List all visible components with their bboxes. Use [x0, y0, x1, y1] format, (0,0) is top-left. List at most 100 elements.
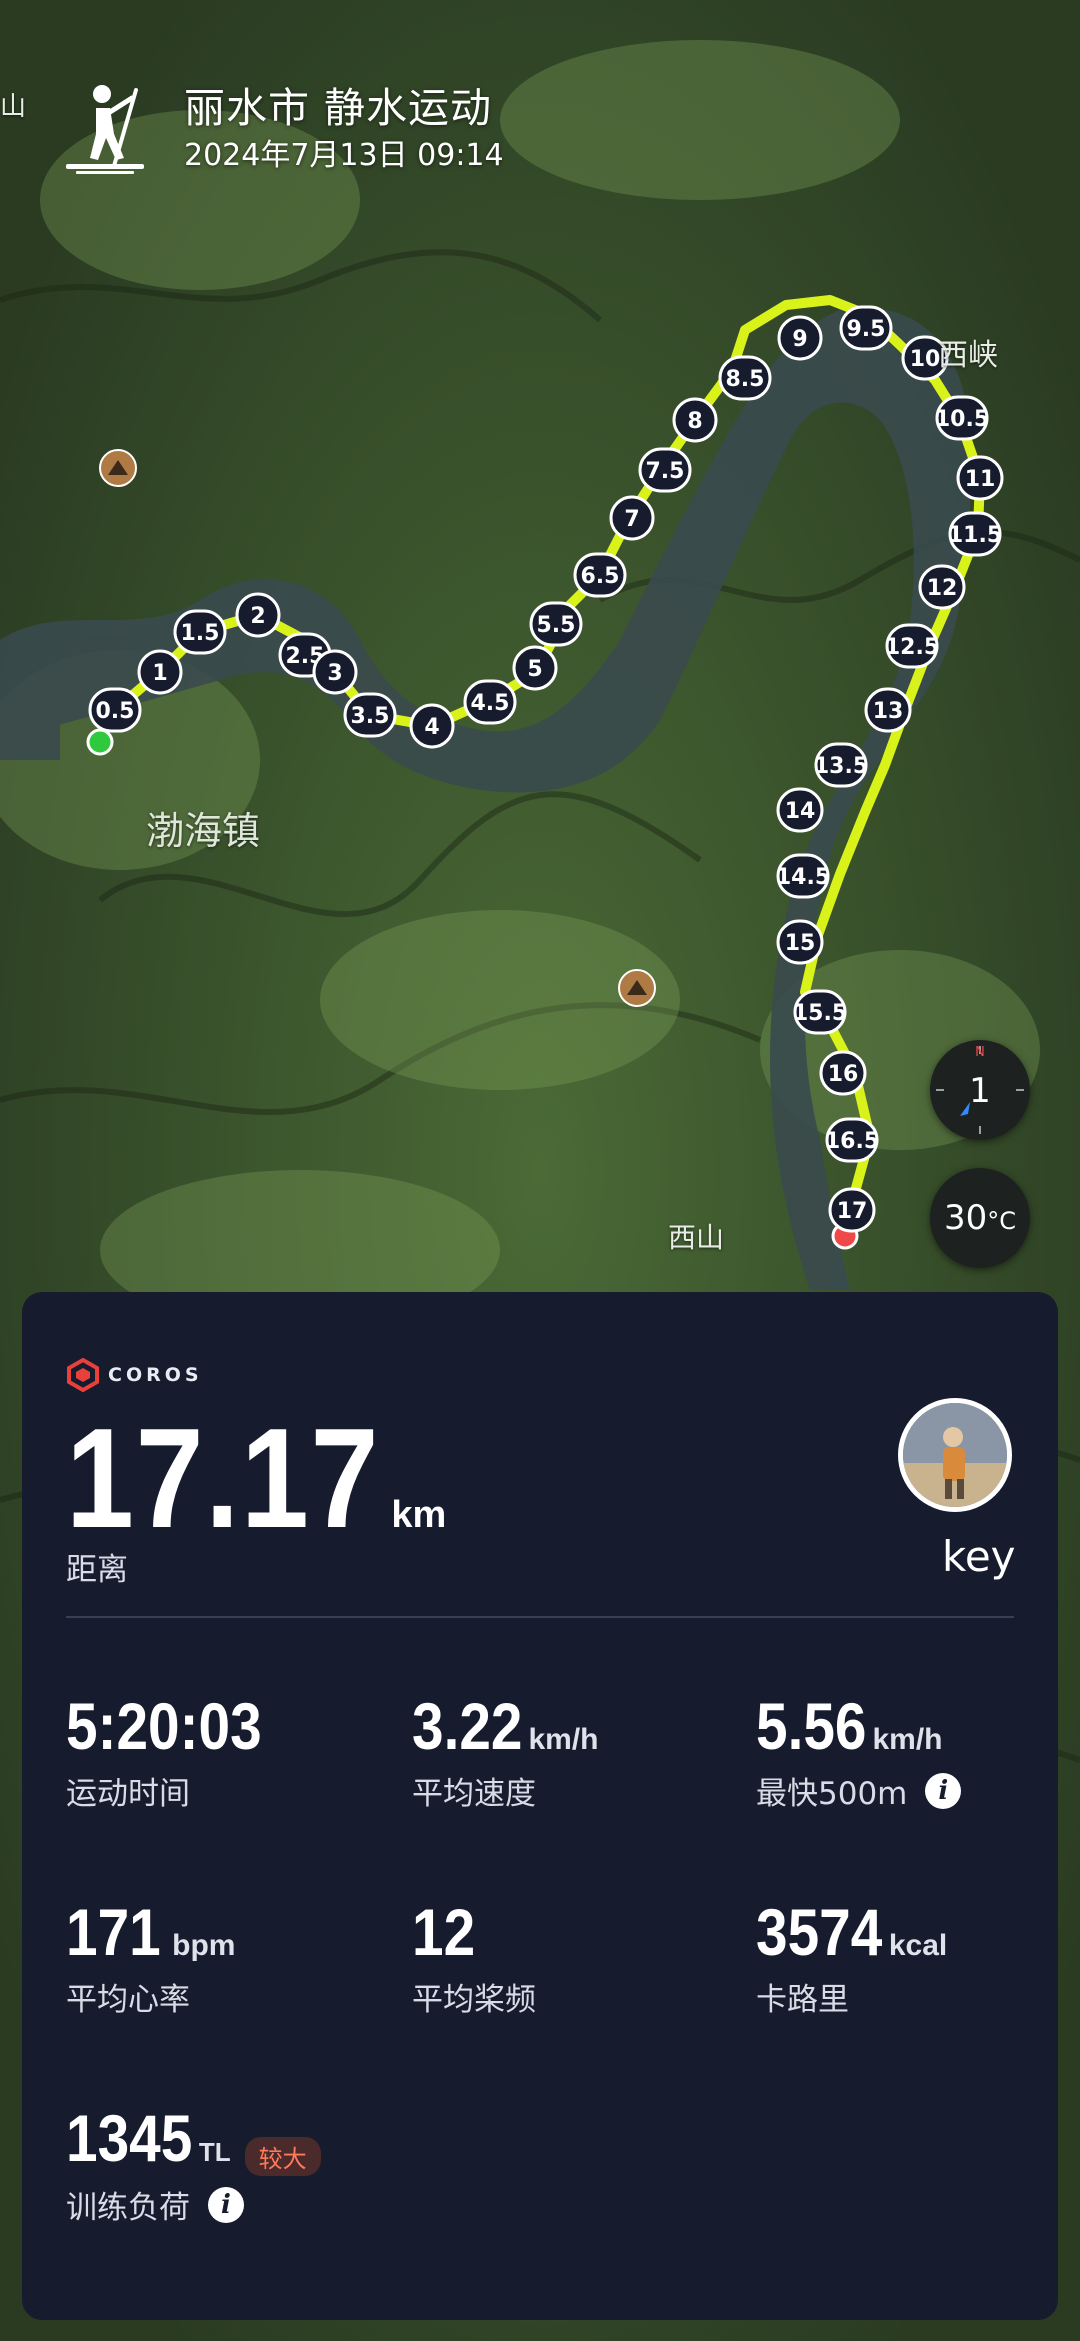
km-marker: 9.5	[839, 305, 893, 351]
km-marker: 12.5	[885, 623, 939, 669]
stat-training-load: 1345 TL 较大 训练负荷 i	[66, 2102, 321, 2227]
temperature-value: 30	[943, 1198, 988, 1238]
km-marker-label: 4.5	[471, 691, 510, 716]
km-marker-label: 7.5	[646, 459, 685, 484]
km-marker-label: 13.5	[814, 754, 868, 779]
place-label: 渤海镇	[146, 809, 261, 853]
stat-calories: 3574 kcal 卡路里	[756, 1896, 947, 2019]
distance-unit: km	[391, 1494, 447, 1536]
stat-label: 训练负荷	[66, 2190, 190, 2226]
km-marker: 2	[235, 592, 281, 638]
km-marker: 15	[776, 919, 824, 965]
place-label: 西峡	[938, 338, 998, 373]
km-marker: 0.5	[88, 687, 142, 733]
km-marker: 5.5	[529, 601, 583, 647]
km-marker: 16.5	[825, 1117, 879, 1163]
km-marker-label: 9.5	[847, 317, 886, 342]
stat-value: 3574	[756, 1895, 883, 1969]
km-marker-label: 6.5	[581, 564, 620, 589]
stat-value: 171	[66, 1895, 161, 1969]
km-marker-label: 0.5	[96, 699, 135, 724]
brand-name: COROS	[108, 1364, 203, 1386]
km-marker-label: 3	[327, 661, 342, 686]
km-marker-label: 5	[527, 657, 542, 682]
km-marker: 17	[828, 1187, 876, 1233]
km-marker-label: 16	[828, 1062, 859, 1087]
avatar-image	[903, 1403, 1007, 1507]
km-marker-label: 9	[792, 327, 807, 352]
km-marker-label: 14.5	[776, 865, 830, 890]
km-marker: 15.5	[793, 989, 847, 1035]
compass-north-label: N	[975, 1045, 985, 1060]
km-marker-label: 5.5	[537, 613, 576, 638]
km-marker-label: 17	[837, 1199, 868, 1224]
mountain-poi-icon	[618, 969, 656, 1007]
info-icon[interactable]: i	[925, 1772, 962, 1809]
activity-header: 丽水市 静水运动 2024年7月13日 09:14	[62, 82, 504, 176]
km-marker: 10.5	[935, 395, 989, 441]
stat-unit: km/h	[528, 1723, 599, 1756]
km-marker-label: 15.5	[793, 1001, 847, 1026]
km-marker-label: 1.5	[181, 621, 220, 646]
km-marker: 8.5	[718, 355, 772, 401]
km-marker: 14	[776, 787, 824, 833]
km-marker-label: 4	[424, 715, 439, 740]
stat-label: 卡路里	[756, 1982, 849, 2018]
coros-logo-icon	[67, 1358, 99, 1392]
km-marker-label: 13	[873, 699, 904, 724]
km-marker-label: 8	[687, 409, 702, 434]
km-marker-label: 16.5	[825, 1129, 879, 1154]
coros-logo: COROS	[66, 1358, 203, 1392]
km-marker: 16	[819, 1050, 867, 1096]
km-marker-label: 14	[785, 799, 816, 824]
distance: 17.17 km	[66, 1404, 446, 1554]
km-marker: 4	[409, 703, 455, 749]
stats-card: COROS 17.17 km 距离 key 5:20:03 运动时间 3.22 k…	[22, 1292, 1058, 2320]
km-marker-label: 10	[910, 347, 941, 372]
km-marker: 1.5	[173, 609, 227, 655]
km-marker: 6.5	[573, 552, 627, 598]
stat-avg-stroke-rate: 12 平均桨频	[412, 1896, 536, 2019]
distance-label: 距离	[66, 1552, 128, 1588]
training-load-badge: 较大	[244, 2137, 321, 2176]
avatar[interactable]	[898, 1398, 1012, 1512]
place-label: 山	[0, 92, 27, 122]
stat-value: 5.56	[756, 1689, 867, 1763]
info-icon[interactable]: i	[208, 2186, 244, 2223]
activity-date: 2024年7月13日 09:14	[184, 138, 504, 173]
km-marker-label: 12	[927, 576, 958, 601]
stat-duration: 5:20:03 运动时间	[66, 1690, 294, 1813]
km-marker-label: 3.5	[351, 704, 390, 729]
km-marker: 3.5	[343, 692, 397, 738]
place-label: 西山	[668, 1221, 725, 1254]
km-marker: 14.5	[776, 853, 830, 899]
km-marker-label: 8.5	[726, 367, 765, 392]
km-marker: 3	[312, 649, 358, 695]
km-marker-label: 2	[250, 604, 265, 629]
temperature-badge: 30 °C	[930, 1168, 1030, 1268]
km-marker-label: 1	[152, 661, 167, 686]
km-marker: 1	[137, 649, 183, 695]
stat-avg-heart-rate: 171 bpm 平均心率	[66, 1896, 235, 2019]
stat-avg-speed: 3.22 km/h 平均速度	[412, 1690, 599, 1813]
km-marker-label: 11	[965, 467, 996, 492]
stat-label: 平均桨频	[412, 1982, 536, 2018]
km-marker-label: 7	[624, 507, 639, 532]
stat-value: 12	[412, 1895, 476, 1969]
stat-label: 运动时间	[66, 1776, 190, 1812]
stat-fastest-500m: 5.56 km/h 最快500m i	[756, 1689, 962, 1813]
mountain-poi-icon	[99, 449, 137, 487]
km-marker-label: 15	[785, 931, 816, 956]
stat-unit: km/h	[872, 1723, 943, 1756]
start-point	[86, 728, 114, 756]
km-marker: 8	[672, 397, 718, 443]
stat-value: 3.22	[412, 1689, 523, 1763]
stat-label: 平均心率	[66, 1982, 190, 2018]
km-marker: 4.5	[463, 679, 517, 725]
stat-label: 平均速度	[412, 1776, 536, 1812]
km-marker: 9	[777, 315, 823, 361]
compass-button[interactable]: N 1	[930, 1040, 1030, 1140]
stat-label: 最快500m	[756, 1776, 908, 1812]
stat-unit: kcal	[888, 1929, 948, 1962]
distance-value: 17.17	[66, 1399, 381, 1558]
